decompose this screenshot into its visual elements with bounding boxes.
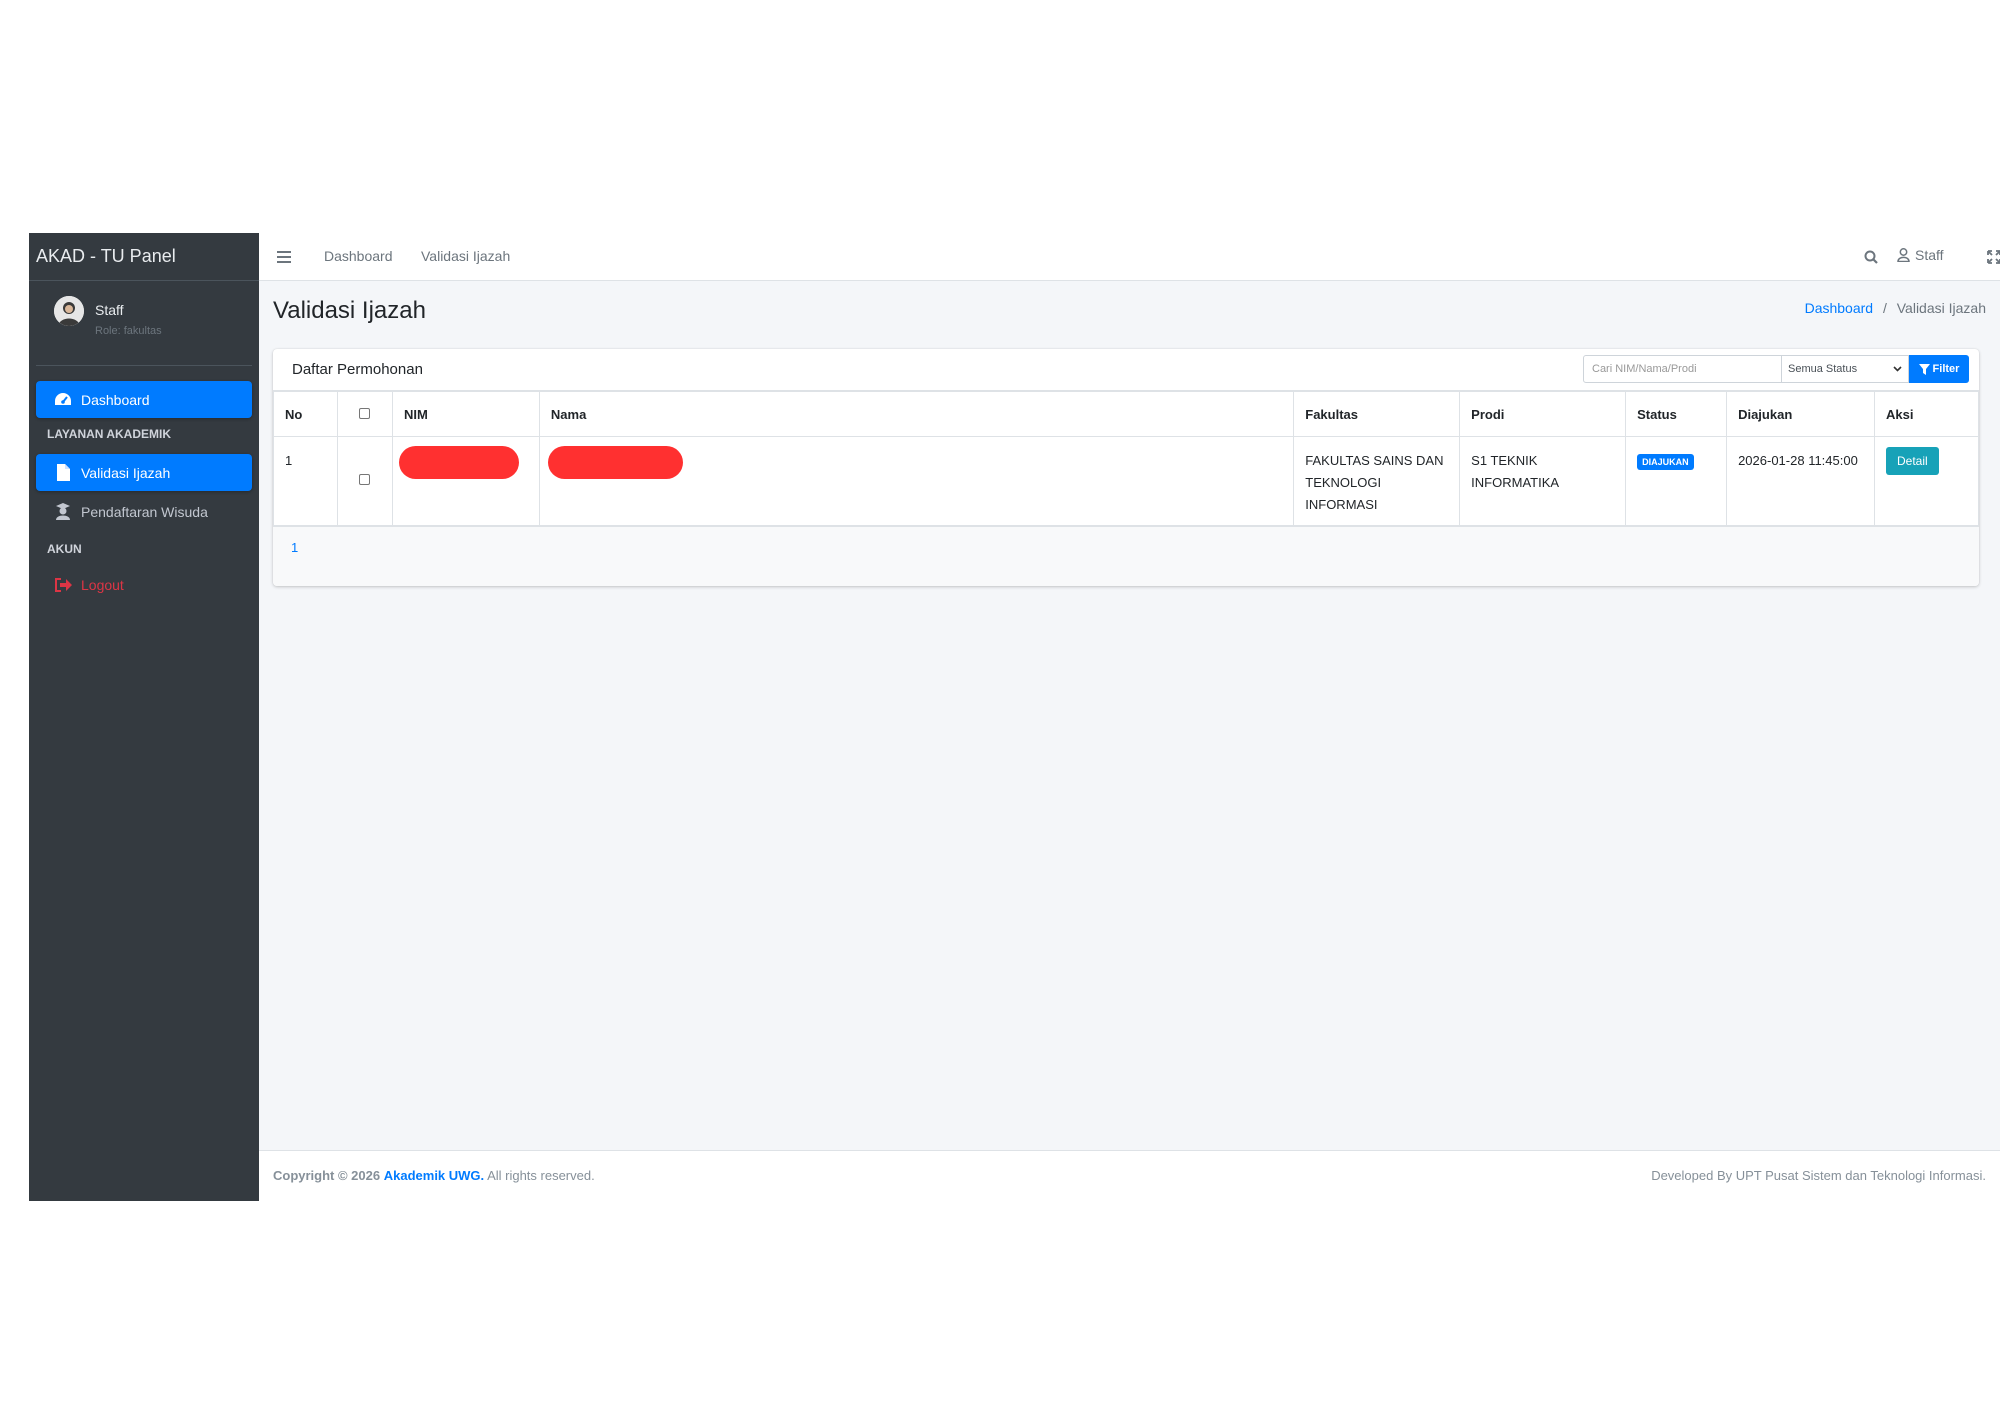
- chevron-down-icon: [1893, 366, 1902, 372]
- cell-no: 1: [273, 436, 338, 526]
- breadcrumb-link-dashboard[interactable]: Dashboard: [1805, 300, 1874, 316]
- sidebar-item-logout[interactable]: Logout: [36, 566, 252, 603]
- cell-fakultas: FAKULTAS SAINS DAN TEKNOLOGI INFORMASI: [1293, 436, 1461, 526]
- user-panel: Staff Role: fakultas: [36, 281, 252, 366]
- nav-header-wrap-2: AKUN: [36, 542, 252, 556]
- sidebar-item-pendaftaran-wisuda[interactable]: Pendaftaran Wisuda: [36, 493, 252, 530]
- col-header-fakultas: Fakultas: [1293, 391, 1461, 437]
- avatar[interactable]: [54, 296, 84, 326]
- col-header-status: Status: [1625, 391, 1728, 437]
- user-name[interactable]: Staff: [95, 302, 124, 318]
- footer: Copyright © 2026 Akademik UWG. All right…: [259, 1150, 2000, 1201]
- sidebar-item-label: Validasi Ijazah: [81, 464, 171, 481]
- sidebar-item-wisuda-wrap: Pendaftaran Wisuda: [36, 493, 252, 530]
- search-input[interactable]: [1583, 355, 1782, 383]
- status-select[interactable]: Semua Status: [1781, 355, 1909, 383]
- user-role: Role: fakultas: [95, 325, 162, 337]
- sidebar-item-logout-wrap: Logout: [36, 566, 252, 603]
- detail-button[interactable]: Detail: [1885, 447, 1939, 475]
- nav-header-wrap-1: LAYANAN AKADEMIK: [36, 427, 252, 441]
- brand-title: AKAD - TU Panel: [36, 246, 176, 266]
- filter-button[interactable]: Filter: [1909, 355, 1969, 383]
- redacted-nim: [398, 446, 519, 479]
- navbar-user-label: Staff: [1915, 247, 1944, 263]
- footer-copyright: Copyright © 2026 Akademik UWG. All right…: [273, 1168, 595, 1183]
- copyright-text: Copyright © 2026: [273, 1168, 381, 1183]
- navbar-link-dashboard[interactable]: Dashboard: [324, 248, 393, 264]
- status-badge: DIAJUKAN: [1637, 454, 1694, 470]
- footer-org-link[interactable]: Akademik UWG.: [384, 1168, 484, 1183]
- cell-select: [336, 436, 393, 526]
- navbar-link-validasi-ijazah[interactable]: Validasi Ijazah: [421, 248, 510, 264]
- col-header-select: [336, 391, 393, 437]
- requests-table: No NIM Nama Fakultas Prodi Status Diajuk…: [273, 391, 1979, 526]
- sidebar-item-label: Logout: [81, 576, 124, 593]
- footer-rights: All rights reserved.: [487, 1168, 595, 1183]
- fullscreen-icon[interactable]: [1984, 247, 2000, 267]
- row-checkbox[interactable]: [359, 474, 371, 485]
- dashboard-icon: [54, 391, 72, 409]
- search-icon[interactable]: [1861, 247, 1881, 267]
- filter-button-label: Filter: [1932, 363, 1960, 375]
- col-header-nim: NIM: [391, 391, 540, 437]
- card-footer: 1: [273, 526, 1979, 586]
- pagination-page-1[interactable]: 1: [291, 540, 298, 555]
- requests-card: Daftar Permohonan Semua Status Filter No…: [273, 349, 1979, 586]
- card-header: Daftar Permohonan Semua Status Filter: [273, 349, 1979, 391]
- app-window: AKAD - TU Panel Staff Role: fakultas Das…: [29, 233, 2000, 1201]
- col-header-prodi: Prodi: [1459, 391, 1627, 437]
- nav-header-akun: AKUN: [47, 542, 82, 556]
- page-title: Validasi Ijazah: [273, 297, 426, 324]
- cell-prodi: S1 TEKNIK INFORMATIKA: [1459, 436, 1627, 526]
- table-row: 1 FAKULTAS SAINS DAN TEKNOLOGI INFORMASI…: [273, 436, 1979, 526]
- sidebar-item-label: Pendaftaran Wisuda: [81, 503, 208, 520]
- breadcrumb: Dashboard / Validasi Ijazah: [1805, 300, 1986, 316]
- status-select-value: Semua Status: [1788, 363, 1858, 375]
- cell-nim: [391, 436, 540, 526]
- card-title: Daftar Permohonan: [292, 361, 423, 378]
- sidebar-item-validasi-wrap: Validasi Ijazah: [36, 454, 252, 491]
- hamburger-menu-icon[interactable]: [274, 247, 294, 267]
- sidebar-item-dashboard[interactable]: Dashboard: [36, 381, 252, 418]
- cell-nama: [538, 436, 1295, 526]
- col-header-diajukan: Diajukan: [1726, 391, 1875, 437]
- redacted-nama: [547, 446, 683, 479]
- navbar-user-menu[interactable]: Staff: [1897, 247, 1944, 263]
- breadcrumb-current: Validasi Ijazah: [1896, 300, 1986, 316]
- top-navbar: Dashboard Validasi Ijazah Staff: [259, 233, 2000, 281]
- user-icon: [1897, 248, 1910, 262]
- col-header-nama: Nama: [538, 391, 1295, 437]
- cell-status: DIAJUKAN: [1625, 436, 1728, 526]
- sidebar-item-validasi-ijazah[interactable]: Validasi Ijazah: [36, 454, 252, 491]
- logout-icon: [54, 576, 72, 594]
- select-all-checkbox[interactable]: [359, 407, 371, 419]
- breadcrumb-separator: /: [1882, 300, 1887, 316]
- nav-header-layanan: LAYANAN AKADEMIK: [47, 427, 172, 441]
- cell-aksi: Detail: [1873, 436, 1979, 526]
- sidebar-item-label: Dashboard: [81, 391, 150, 408]
- sidebar: AKAD - TU Panel Staff Role: fakultas Das…: [29, 233, 259, 1201]
- footer-developer: Developed By UPT Pusat Sistem dan Teknol…: [1651, 1168, 1986, 1183]
- sidebar-item-dashboard-wrap: Dashboard: [36, 381, 252, 418]
- col-header-no: No: [273, 391, 338, 437]
- graduate-icon: [54, 503, 72, 521]
- file-icon: [54, 464, 72, 482]
- col-header-aksi: Aksi: [1873, 391, 1979, 437]
- brand-link[interactable]: AKAD - TU Panel: [29, 233, 259, 281]
- table-header-row: No NIM Nama Fakultas Prodi Status Diajuk…: [273, 391, 1979, 437]
- filter-icon: [1918, 363, 1930, 375]
- cell-diajukan: 2026-01-28 11:45:00: [1726, 436, 1875, 526]
